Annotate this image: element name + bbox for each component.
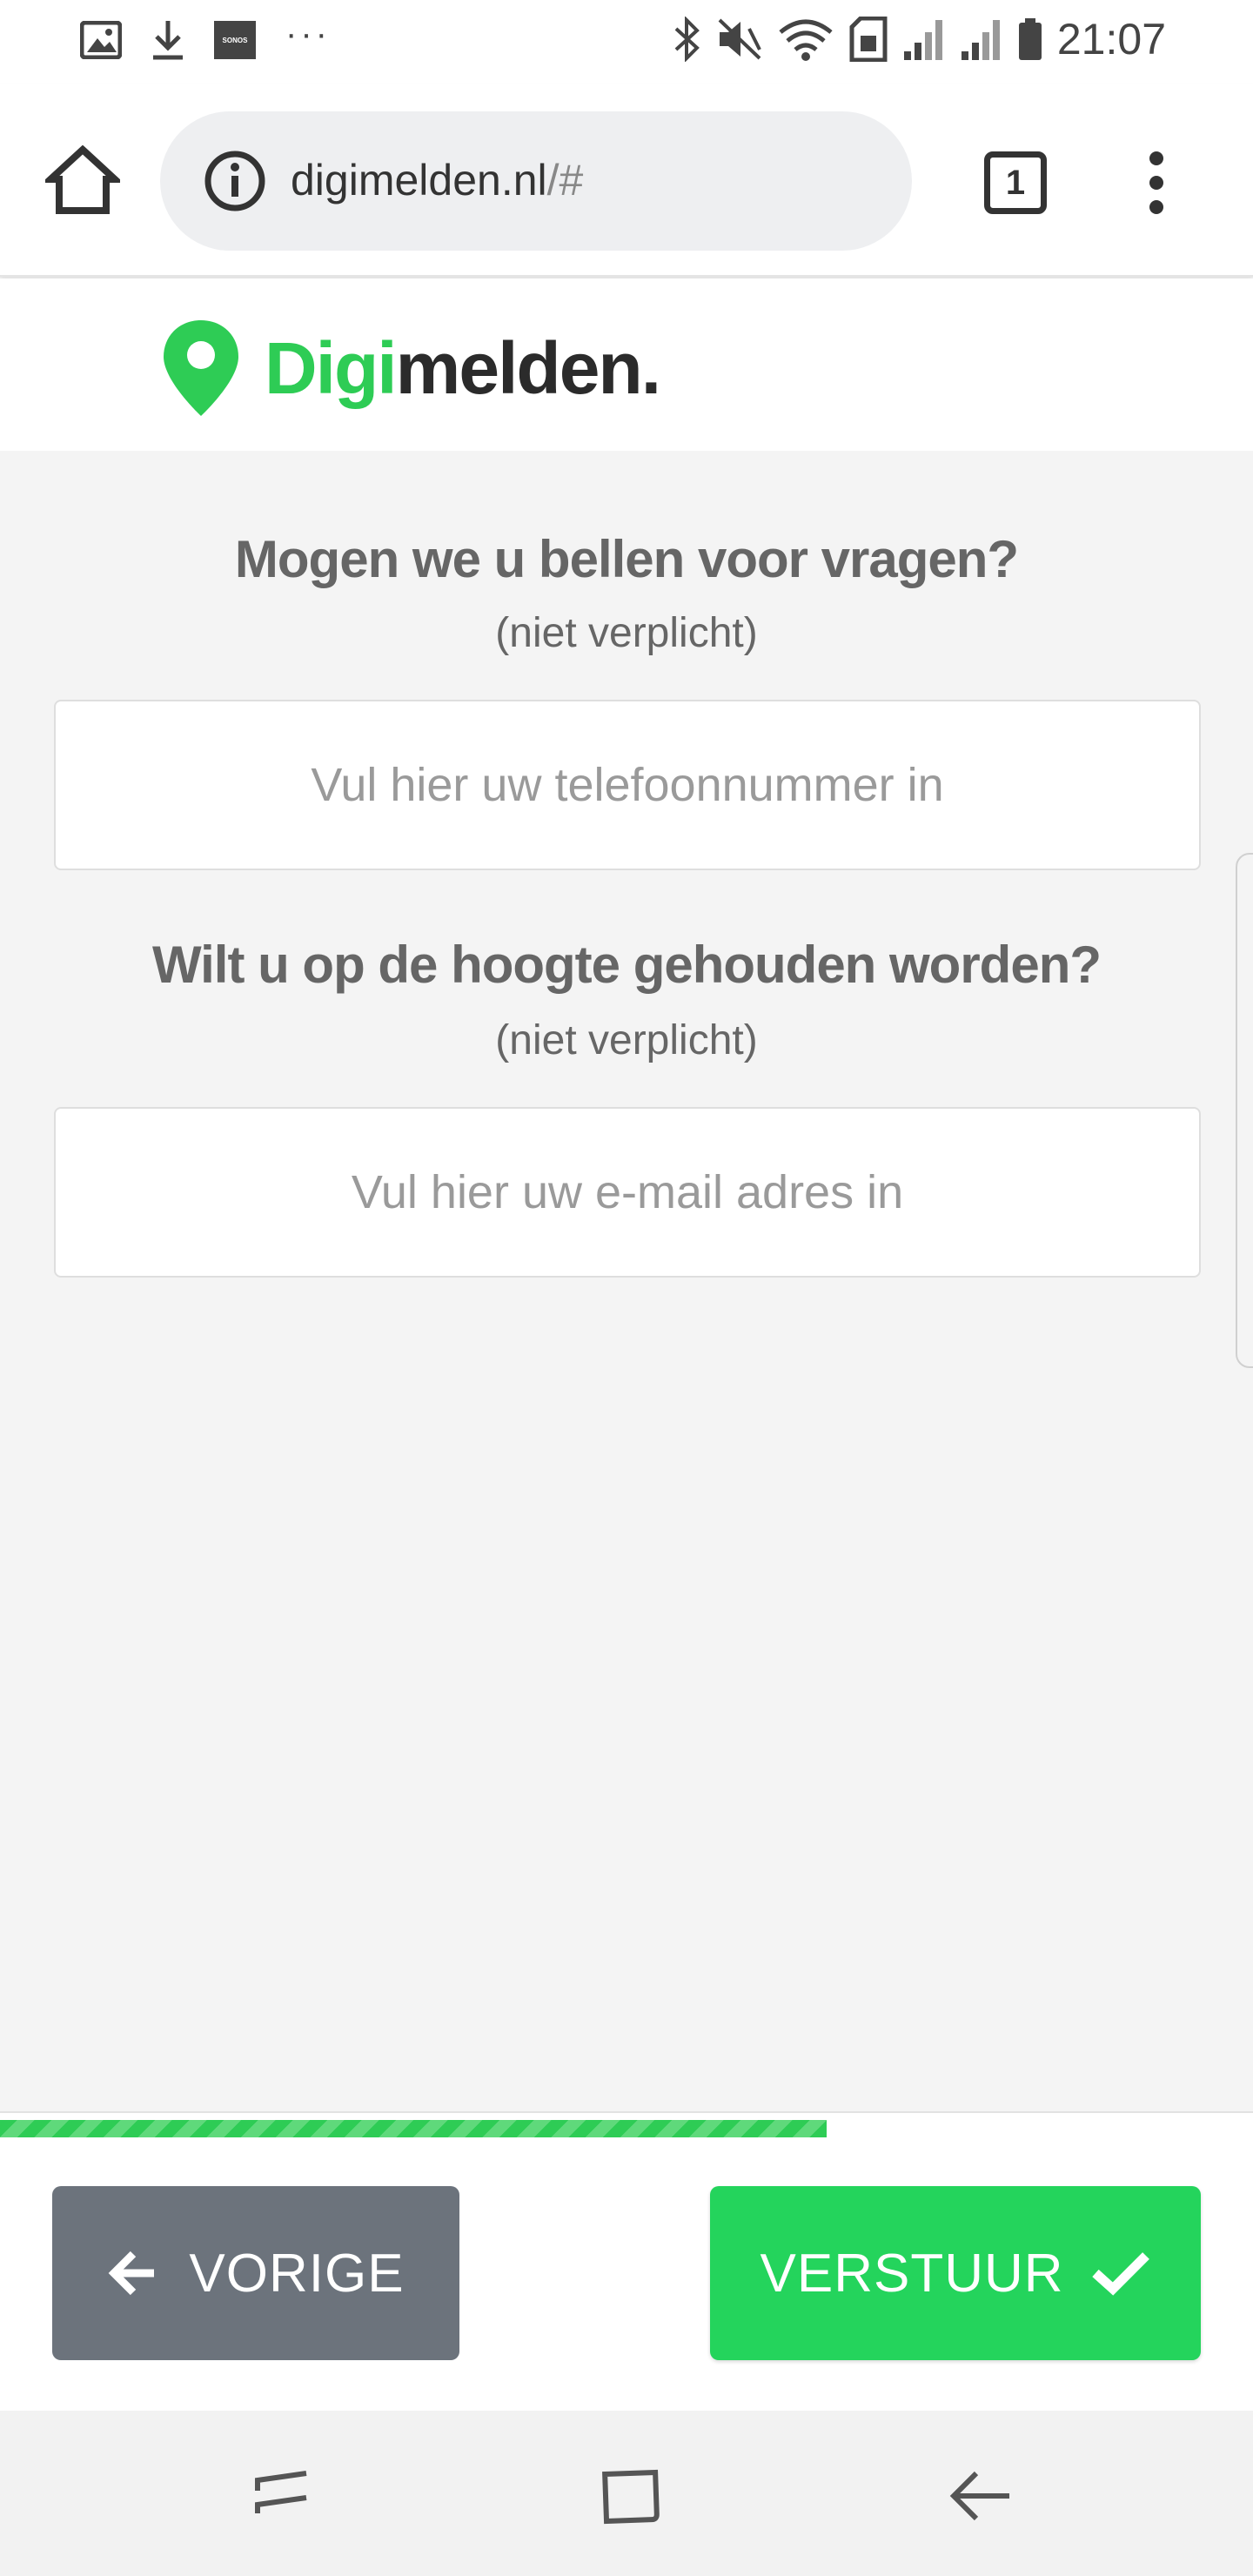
- logo-text-green: Digi: [265, 326, 398, 409]
- sim-icon: [849, 17, 888, 62]
- logo-text-dark: melden.: [395, 326, 661, 409]
- home-button-icon[interactable]: [592, 2456, 670, 2534]
- mute-icon: [718, 18, 761, 60]
- phone-question: Mogen we u bellen voor vragen?: [234, 530, 1019, 588]
- phone-input[interactable]: Vul hier uw telefoonnummer in: [54, 700, 1201, 870]
- more-notifications-icon: ···: [285, 14, 331, 53]
- url-path: /#: [546, 156, 584, 205]
- wifi-icon: [779, 19, 833, 61]
- send-button-label: VERSTUUR: [760, 2243, 1064, 2304]
- email-optional-note: (niet verplicht): [495, 1017, 758, 1063]
- url-domain: digimelden.nl: [291, 156, 547, 205]
- checkmark-icon: [1091, 2252, 1149, 2296]
- browser-toolbar: digimelden.nl/# 1: [0, 84, 1253, 277]
- system-nav-bar: [0, 2411, 1253, 2576]
- back-icon[interactable]: [941, 2456, 1020, 2534]
- sonos-icon: SONOS: [214, 21, 256, 59]
- url-text[interactable]: digimelden.nl/#: [291, 155, 583, 205]
- recent-apps-icon[interactable]: [242, 2456, 320, 2534]
- status-notifications: SONOS ···: [80, 15, 331, 61]
- location-pin-icon: [164, 320, 238, 416]
- info-icon[interactable]: [204, 150, 266, 212]
- image-icon: [80, 21, 122, 59]
- status-system-icons: 21:07: [673, 14, 1166, 64]
- previous-button-label: VORIGE: [189, 2243, 405, 2304]
- email-input[interactable]: Vul hier uw e-mail adres in: [54, 1107, 1201, 1278]
- status-bar: SONOS ··· 21:07: [0, 0, 1253, 84]
- home-icon[interactable]: [45, 144, 120, 214]
- send-button[interactable]: VERSTUUR: [710, 2186, 1201, 2360]
- digimelden-logo[interactable]: Digimelden.: [160, 317, 661, 419]
- overflow-menu-icon[interactable]: [1142, 151, 1169, 214]
- battery-icon: [1018, 18, 1042, 60]
- arrow-left-icon: [109, 2251, 155, 2296]
- download-icon: [153, 21, 183, 60]
- bluetooth-icon: [674, 17, 700, 62]
- phone-optional-note: (niet verplicht): [495, 610, 758, 656]
- tab-switcher-button[interactable]: 1: [984, 151, 1047, 214]
- previous-button[interactable]: VORIGE: [52, 2186, 459, 2360]
- email-question: Wilt u op de hoogte gehouden worden?: [152, 936, 1102, 994]
- address-bar[interactable]: digimelden.nl/#: [160, 111, 912, 251]
- progress-bar: [0, 2120, 1253, 2137]
- clock: 21:07: [1056, 15, 1166, 64]
- site-header: Digimelden.: [0, 278, 1253, 451]
- form-footer: VORIGE VERSTUUR: [0, 2111, 1253, 2411]
- signal-icon: [903, 20, 942, 60]
- side-scroll-handle[interactable]: [1236, 853, 1253, 1368]
- progress-fill: [0, 2120, 828, 2137]
- signal-icon: [961, 20, 1000, 60]
